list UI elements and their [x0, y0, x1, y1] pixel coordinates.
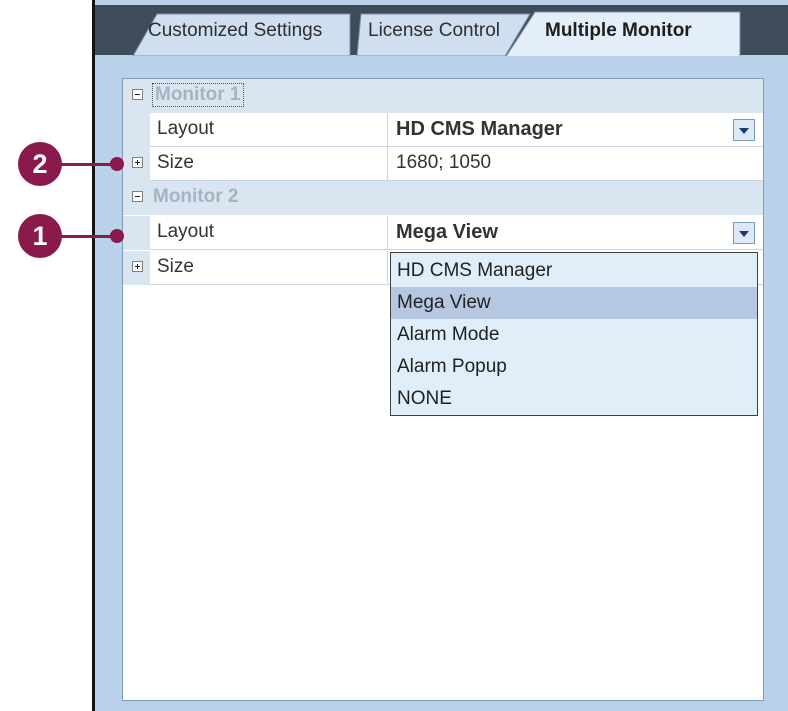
dropdown-arrow-icon[interactable]	[733, 222, 755, 244]
layout-dropdown-list[interactable]: HD CMS Manager Mega View Alarm Mode Alar…	[390, 252, 758, 416]
size-value[interactable]: 1680; 1050	[396, 152, 491, 174]
category-title: Monitor 2	[153, 186, 239, 207]
tab-multiple-monitor[interactable]: Multiple Monitor	[545, 20, 692, 42]
expand-icon[interactable]	[132, 261, 143, 272]
tab-license-control[interactable]: License Control	[368, 20, 500, 42]
collapse-icon[interactable]	[132, 89, 143, 100]
dropdown-option[interactable]: Alarm Mode	[391, 319, 757, 351]
row-gutter	[123, 113, 150, 147]
option-label: Alarm Mode	[397, 324, 500, 345]
property-name: Layout	[157, 118, 215, 139]
layout-value: Mega View	[396, 221, 498, 243]
option-label: NONE	[397, 388, 452, 409]
dropdown-option[interactable]: NONE	[391, 383, 757, 415]
category-title: Monitor 1	[152, 83, 244, 107]
property-name: Size	[157, 256, 194, 277]
option-label: HD CMS Manager	[397, 260, 553, 281]
property-row-size[interactable]: Size 1680; 1050	[123, 147, 763, 181]
column-divider	[387, 147, 388, 181]
dropdown-option[interactable]: HD CMS Manager	[391, 255, 757, 287]
tab-customized-settings[interactable]: Customized Settings	[148, 20, 322, 42]
callout-dot-1	[110, 229, 124, 243]
callout-leader-2	[58, 163, 118, 166]
collapse-icon[interactable]	[132, 191, 143, 202]
column-divider	[387, 113, 388, 147]
window-left-border	[92, 0, 95, 711]
property-row-layout[interactable]: Layout HD CMS Manager	[123, 113, 763, 147]
callout-marker-2: 2	[18, 142, 62, 186]
dropdown-arrow-icon[interactable]	[733, 119, 755, 141]
row-divider	[150, 249, 763, 250]
dropdown-option[interactable]: Alarm Popup	[391, 351, 757, 383]
property-name: Layout	[157, 221, 215, 242]
option-label: Alarm Popup	[397, 356, 507, 377]
layout-value: HD CMS Manager	[396, 118, 563, 140]
callout-marker-1: 1	[18, 214, 62, 258]
expand-icon[interactable]	[132, 157, 143, 168]
column-divider	[387, 216, 388, 250]
category-monitor-1[interactable]: Monitor 1	[123, 79, 763, 113]
callout-dot-2	[110, 157, 124, 171]
category-monitor-2[interactable]: Monitor 2	[123, 181, 763, 215]
row-gutter	[123, 216, 150, 250]
property-row-layout[interactable]: Layout Mega View	[123, 216, 763, 250]
option-label: Mega View	[397, 292, 491, 313]
dropdown-option-selected[interactable]: Mega View	[391, 287, 757, 319]
property-name: Size	[157, 152, 194, 173]
column-divider	[387, 251, 388, 285]
callout-leader-1	[58, 235, 118, 238]
